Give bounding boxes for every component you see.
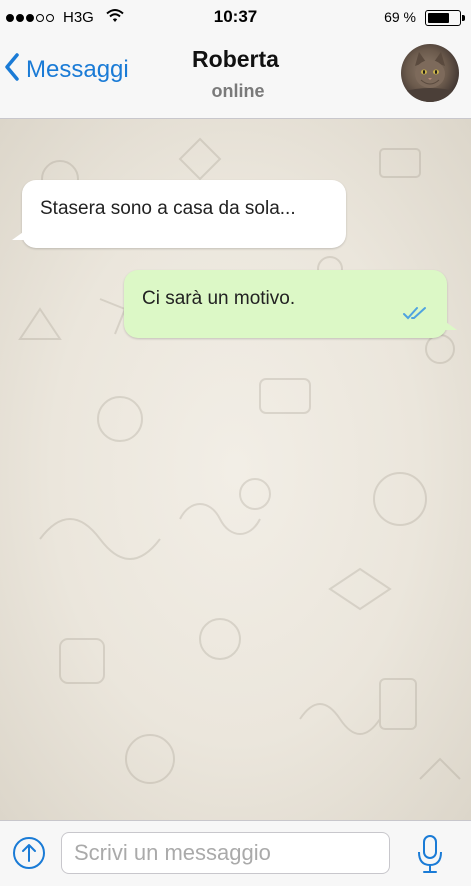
upload-arrow-icon[interactable] <box>12 836 46 870</box>
message-input[interactable] <box>61 832 390 874</box>
battery-tip <box>462 15 465 21</box>
message-bubble-incoming[interactable]: Stasera sono a casa da sola... <box>12 180 346 248</box>
bubble-tail <box>443 320 457 330</box>
double-check-icon <box>403 304 429 326</box>
message-bubble-outgoing[interactable]: Ci sarà un motivo. <box>124 270 457 338</box>
battery-percent: 69 % <box>384 9 416 25</box>
bubble-tail <box>12 230 26 240</box>
message-text: Ci sarà un motivo. <box>142 288 296 309</box>
chat-area[interactable]: Stasera sono a casa da sola... Ci sarà u… <box>0 119 471 820</box>
battery-icon <box>425 10 461 26</box>
microphone-icon[interactable] <box>416 834 444 874</box>
contact-status: online <box>211 81 265 101</box>
message-text: Stasera sono a casa da sola... <box>40 198 296 219</box>
cat-photo-avatar[interactable] <box>401 44 459 102</box>
conversation-header: Messaggi Roberta online <box>0 36 471 119</box>
message-composer <box>0 820 471 886</box>
status-bar: H3G 10:37 69 % <box>0 0 471 36</box>
